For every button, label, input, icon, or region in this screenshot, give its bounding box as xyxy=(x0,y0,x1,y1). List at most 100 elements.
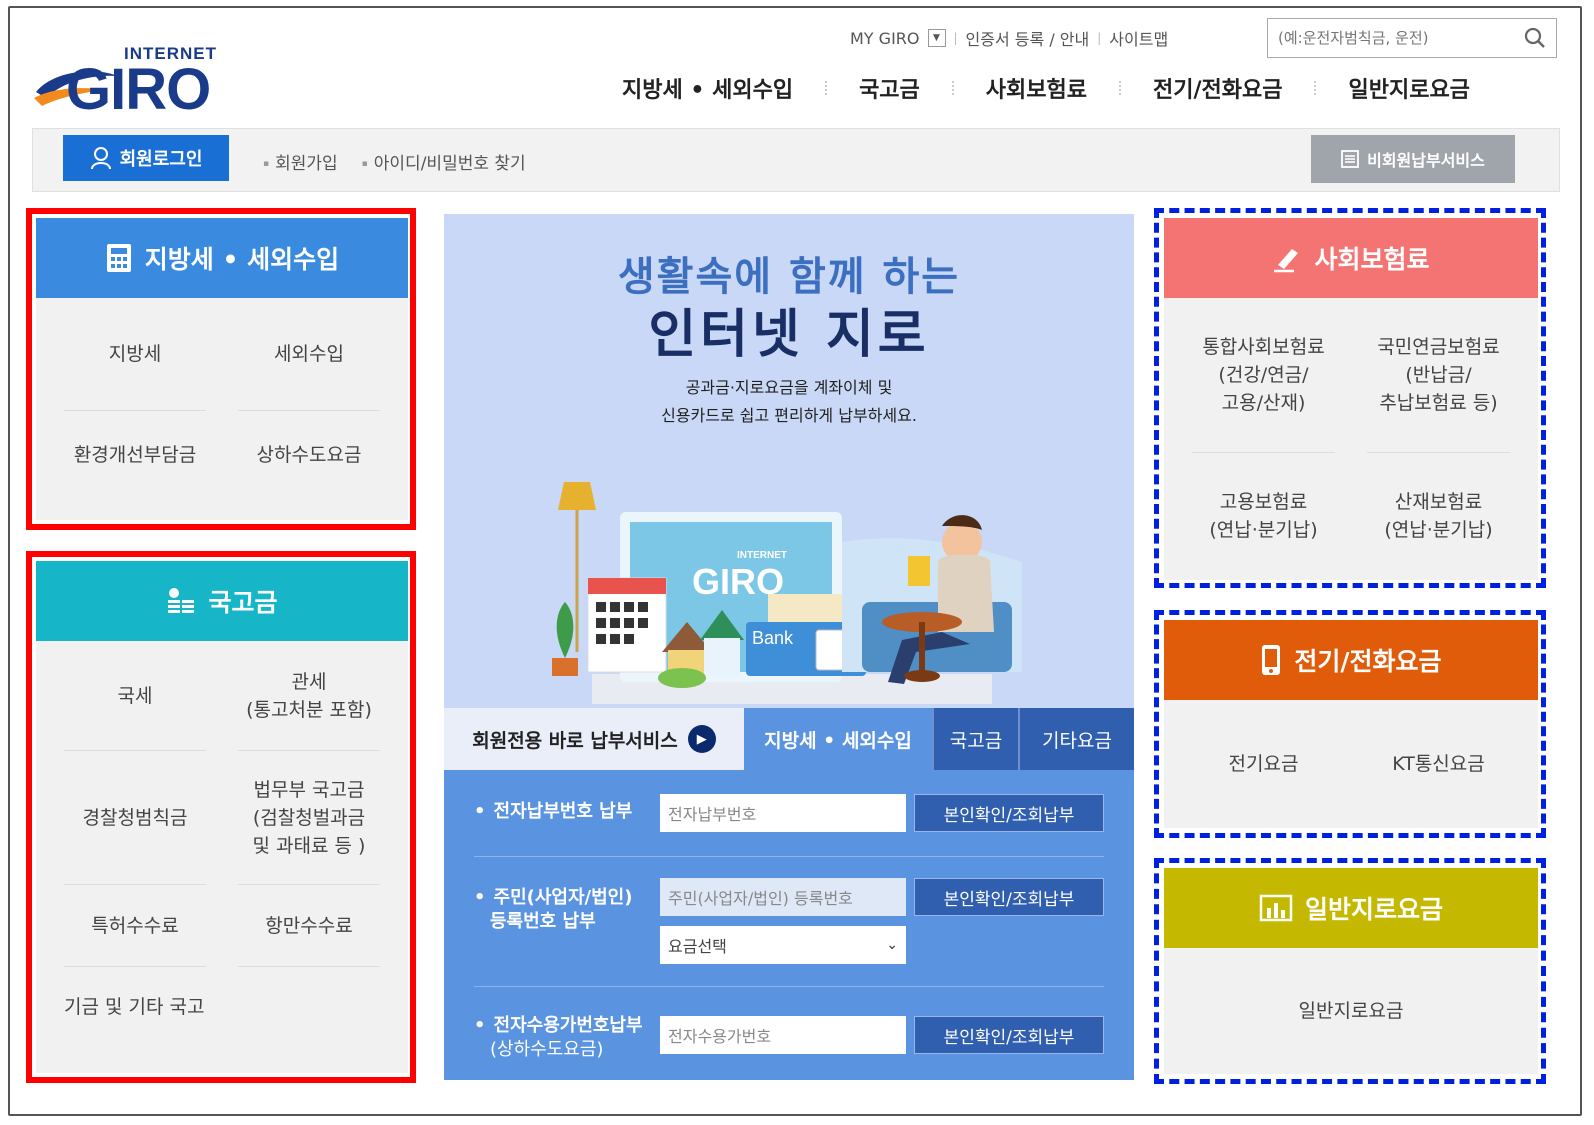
menu-patent-fee[interactable]: 특허수수료 xyxy=(64,885,206,967)
member-quick-label: 회원전용 바로 납부서비스 xyxy=(472,729,678,752)
banner-title-2: 인터넷 지로 xyxy=(648,305,930,365)
local-tax-grid: 지방세 세외수입 환경개선부담금 상하수도요금 xyxy=(36,298,408,499)
login-label: 회원로그인 xyxy=(119,149,203,170)
member-quick-tab[interactable]: 회원전용 바로 납부서비스 ▶ xyxy=(444,708,744,770)
search-input[interactable] xyxy=(1278,29,1524,47)
menu-customs[interactable]: 관세 (통고처분 포함) xyxy=(238,641,380,751)
document-icon xyxy=(1341,150,1360,168)
social-grid: 통합사회보험료 (건강/연금/ 고용/산재) 국민연금보험료 (반납금/ 추납보… xyxy=(1164,298,1538,579)
fee-select[interactable]: 요금선택 ⌄ xyxy=(660,926,906,964)
divider xyxy=(474,856,1104,857)
menu-port-fee[interactable]: 항만수수료 xyxy=(238,885,380,967)
national-header[interactable]: 국고금 xyxy=(36,561,408,641)
nav-divider xyxy=(825,81,828,95)
row1-verify-button[interactable]: 본인확인/조회납부 xyxy=(914,794,1104,832)
nav-divider xyxy=(951,81,954,95)
login-button[interactable]: 회원로그인 xyxy=(63,135,229,181)
menu-pension[interactable]: 국민연금보험료 (반납금/ 추납보험료 등) xyxy=(1367,298,1510,453)
tab-local-tax[interactable]: 지방세 • 세외수입 xyxy=(744,708,932,770)
menu-fund-other[interactable]: 기금 및 기타 국고 xyxy=(64,967,206,1047)
menu-employment-insurance[interactable]: 고용보험료 (연납·분기납) xyxy=(1192,453,1335,579)
illu-logo-top: INTERNET xyxy=(737,550,787,561)
national-panel: 국고금 국세 관세 (통고처분 포함) 경찰청범칙금 법무부 국고금 (검찰청벌… xyxy=(36,561,408,1073)
payment-form: 전자납부번호 납부 전자납부번호 본인확인/조회납부 주민(사업자/법인) 등록번… xyxy=(444,770,1134,1080)
find-id-link[interactable]: 아이디/비밀번호 찾기 xyxy=(362,149,526,174)
menu-general-giro[interactable]: 일반지로요금 xyxy=(1164,948,1538,1074)
electric-grid: 전기요금 KT통신요금 xyxy=(1164,700,1538,828)
phone-icon xyxy=(1262,645,1281,675)
local-tax-panel: 지방세 • 세외수입 지방세 세외수입 환경개선부담금 상하수도요금 xyxy=(36,218,408,520)
social-title: 사회보험료 xyxy=(1314,245,1430,274)
row2-verify-button[interactable]: 본인확인/조회납부 xyxy=(914,878,1104,916)
nav-local-tax[interactable]: 지방세 • 세외수입 xyxy=(622,72,793,104)
fee-select-value: 요금선택 xyxy=(668,937,727,956)
menu-integrated-insurance[interactable]: 통합사회보험료 (건강/연금/ 고용/산재) xyxy=(1192,298,1335,453)
search-box xyxy=(1267,18,1557,58)
nav-national[interactable]: 국고금 xyxy=(859,72,920,104)
menu-national-tax[interactable]: 국세 xyxy=(64,641,206,751)
menu-env-charge[interactable]: 환경개선부담금 xyxy=(64,411,206,499)
login-links: 회원가입 아이디/비밀번호 찾기 xyxy=(263,149,526,174)
utility-nav: MY GIRO ▼ | 인증서 등록 / 안내 | 사이트맵 xyxy=(850,26,1168,50)
local-tax-header[interactable]: 지방세 • 세외수입 xyxy=(36,218,408,298)
coins-icon xyxy=(168,588,195,613)
national-grid: 국세 관세 (통고처분 포함) 경찰청범칙금 법무부 국고금 (검찰청벌과금 및… xyxy=(36,641,408,1047)
banner-sub-line2: 신용카드로 쉽고 편리하게 납부하세요. xyxy=(661,406,917,425)
social-header[interactable]: 사회보험료 xyxy=(1164,218,1538,298)
nav-divider xyxy=(1314,81,1317,95)
menu-justice-fund[interactable]: 법무부 국고금 (검찰청벌과금 및 과태료 등 ) xyxy=(238,751,380,885)
nav-social[interactable]: 사회보험료 xyxy=(986,72,1087,104)
electric-panel: 전기/전화요금 전기요금 KT통신요금 xyxy=(1164,620,1538,828)
separator: | xyxy=(1097,31,1102,45)
payment-tabs: 회원전용 바로 납부서비스 ▶ 지방세 • 세외수입 국고금 기타요금 xyxy=(444,708,1134,770)
browser-frame: INTERNET GIRO MY GIRO ▼ | 인증서 등록 / 안내 | … xyxy=(8,6,1582,1116)
cert-link[interactable]: 인증서 등록 / 안내 xyxy=(966,26,1090,50)
row3-verify-button[interactable]: 본인확인/조회납부 xyxy=(914,1016,1104,1054)
general-header[interactable]: 일반지로요금 xyxy=(1164,868,1538,948)
menu-industrial-insurance[interactable]: 산재보험료 (연납·분기납) xyxy=(1367,453,1510,579)
tab-other[interactable]: 기타요금 xyxy=(1018,708,1134,770)
local-tax-title: 지방세 • 세외수입 xyxy=(144,245,340,274)
resident-number-input[interactable]: 주민(사업자/법인) 등록번호 xyxy=(660,878,906,916)
menu-electric-fee[interactable]: 전기요금 xyxy=(1192,700,1335,828)
menu-local-tax[interactable]: 지방세 xyxy=(64,298,206,411)
guest-payment-button[interactable]: 비회원납부서비스 xyxy=(1311,135,1515,183)
row1-label: 전자납부번호 납부 xyxy=(474,800,633,824)
general-panel: 일반지로요금 일반지로요금 xyxy=(1164,868,1538,1074)
row2-label: 주민(사업자/법인) 등록번호 납부 xyxy=(474,886,632,934)
search-icon[interactable] xyxy=(1524,27,1546,49)
nav-electric[interactable]: 전기/전화요금 xyxy=(1153,72,1282,104)
sitemap-link[interactable]: 사이트맵 xyxy=(1109,26,1168,50)
electric-title: 전기/전화요금 xyxy=(1294,647,1442,676)
dropdown-arrow-icon[interactable]: ▼ xyxy=(927,29,946,47)
signup-link[interactable]: 회원가입 xyxy=(263,149,338,174)
tab-national[interactable]: 국고금 xyxy=(932,708,1018,770)
calculator-icon xyxy=(106,244,131,272)
nav-divider xyxy=(1119,81,1121,95)
menu-non-tax[interactable]: 세외수입 xyxy=(238,298,380,411)
divider xyxy=(474,986,1104,987)
nav-general[interactable]: 일반지로요금 xyxy=(1348,72,1469,104)
national-title: 국고금 xyxy=(208,588,278,617)
banner-illustration: INTERNET GIRO Bank xyxy=(552,482,1022,704)
row3-label-1: 전자수용가번호납부 xyxy=(493,1015,643,1036)
electric-header[interactable]: 전기/전화요금 xyxy=(1164,620,1538,700)
row3-label: 전자수용가번호납부 (상하수도요금) xyxy=(474,1014,643,1062)
water-customer-input[interactable]: 전자수용가번호 xyxy=(660,1016,906,1054)
menu-kt-fee[interactable]: KT통신요금 xyxy=(1367,700,1510,828)
chevron-down-icon: ⌄ xyxy=(886,937,898,953)
pen-icon xyxy=(1274,249,1299,273)
social-panel: 사회보험료 통합사회보험료 (건강/연금/ 고용/산재) 국민연금보험료 (반납… xyxy=(1164,218,1538,580)
epay-number-input[interactable]: 전자납부번호 xyxy=(660,794,906,832)
separator: | xyxy=(953,31,958,45)
my-giro-link[interactable]: MY GIRO xyxy=(850,29,920,48)
giro-logo[interactable]: INTERNET GIRO xyxy=(32,42,232,122)
banner-sub-line1: 공과금·지로요금을 계좌이체 및 xyxy=(685,378,893,397)
menu-police-fine[interactable]: 경찰청범칙금 xyxy=(64,751,206,885)
menu-water-fee[interactable]: 상하수도요금 xyxy=(238,411,380,499)
row3-label-2: (상하수도요금) xyxy=(490,1039,604,1060)
row2-label-2: 등록번호 납부 xyxy=(490,911,596,932)
user-icon xyxy=(90,147,111,170)
row2-label-1: 주민(사업자/법인) xyxy=(493,887,633,908)
chevron-right-icon: ▶ xyxy=(687,725,716,753)
